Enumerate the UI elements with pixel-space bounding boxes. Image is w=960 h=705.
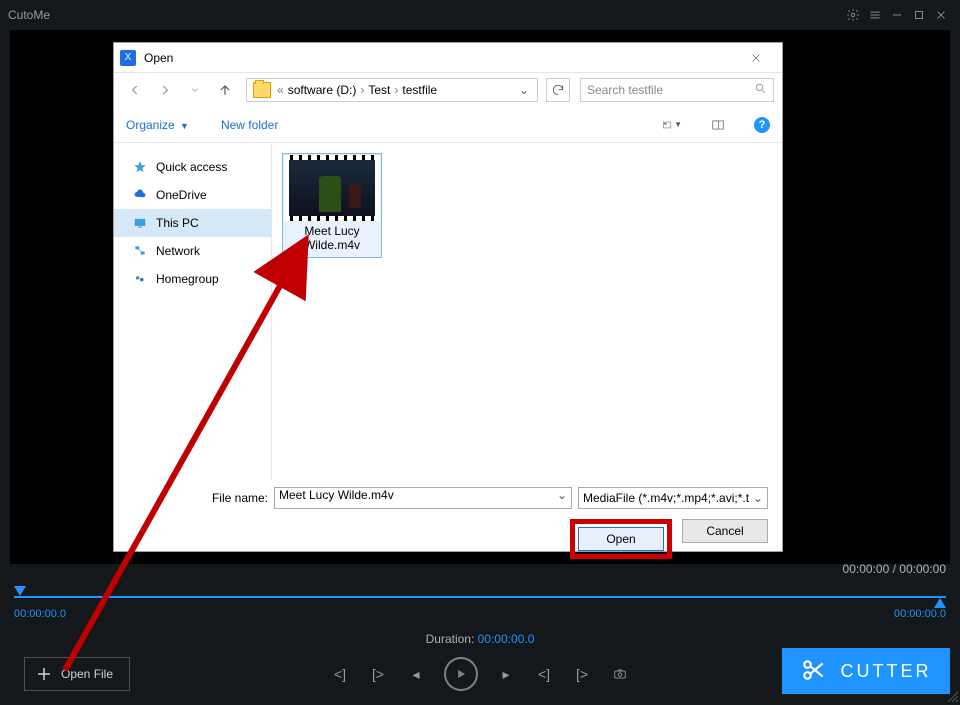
bracket-right-icon[interactable]: [>	[572, 664, 592, 684]
refresh-button[interactable]	[546, 78, 570, 102]
dialog-toolbar: Organize ▼ New folder ▼ ?	[114, 107, 782, 143]
help-icon[interactable]: ?	[754, 117, 770, 133]
timeline-track[interactable]	[14, 596, 946, 598]
dialog-nav-row: « software (D:) › Test › testfile ⌄ Sear…	[114, 73, 782, 107]
preview-pane-icon[interactable]	[708, 115, 728, 135]
folder-icon	[253, 82, 271, 98]
view-options-icon[interactable]: ▼	[662, 115, 682, 135]
app-title: CutoMe	[8, 8, 50, 22]
app-titlebar: CutoMe	[0, 0, 960, 30]
new-folder-button[interactable]: New folder	[221, 118, 278, 132]
navigation-pane: Quick access OneDrive This PC Network Ho…	[114, 143, 272, 481]
plus-icon	[35, 665, 53, 683]
nav-recent-dropdown[interactable]	[182, 77, 208, 103]
filename-label: File name:	[212, 491, 268, 505]
prev-frame-icon[interactable]: ◂	[406, 664, 426, 684]
scissors-icon	[801, 657, 827, 686]
resize-grip-icon[interactable]	[946, 690, 958, 702]
annotation-highlight-open: Open	[570, 519, 672, 559]
dialog-title: Open	[144, 51, 173, 65]
file-item[interactable]: Meet Lucy Wilde.m4v	[282, 153, 382, 258]
dialog-titlebar: X Open	[114, 43, 782, 73]
nav-network[interactable]: Network	[114, 237, 271, 265]
bracket-left-icon[interactable]: <]	[534, 664, 554, 684]
nav-homegroup[interactable]: Homegroup	[114, 265, 271, 293]
maximize-icon[interactable]	[908, 4, 930, 26]
breadcrumb-seg-1[interactable]: software (D:)	[286, 83, 359, 97]
cloud-icon	[132, 187, 148, 203]
monitor-icon	[132, 215, 148, 231]
breadcrumb-seg-2[interactable]: Test	[366, 83, 392, 97]
playback-controls: <] [> ◂ ▸ <] [>	[330, 657, 630, 691]
open-file-label: Open File	[61, 667, 113, 681]
star-icon	[132, 159, 148, 175]
nav-this-pc[interactable]: This PC	[114, 209, 271, 237]
nav-up-button[interactable]	[212, 77, 238, 103]
search-input[interactable]: Search testfile	[580, 78, 774, 102]
breadcrumb-chevron-first[interactable]: «	[275, 83, 286, 97]
nav-back-button[interactable]	[122, 77, 148, 103]
dialog-footer: File name: Meet Lucy Wilde.m4v⌄ MediaFil…	[114, 481, 782, 573]
minimize-icon[interactable]	[886, 4, 908, 26]
nav-quick-access[interactable]: Quick access	[114, 153, 271, 181]
timeline-start-handle[interactable]	[14, 586, 26, 596]
cutter-button[interactable]: CUTTER	[782, 648, 950, 694]
filename-input[interactable]: Meet Lucy Wilde.m4v⌄	[274, 487, 572, 509]
breadcrumb-chevron: ›	[392, 83, 400, 97]
breadcrumb-chevron: ›	[358, 83, 366, 97]
breadcrumb-seg-3[interactable]: testfile	[400, 83, 439, 97]
nav-onedrive[interactable]: OneDrive	[114, 181, 271, 209]
homegroup-icon	[132, 271, 148, 287]
snapshot-icon[interactable]	[610, 664, 630, 684]
file-list-pane[interactable]: Meet Lucy Wilde.m4v	[272, 143, 782, 481]
mark-out-icon[interactable]: [>	[368, 664, 388, 684]
cancel-button[interactable]: Cancel	[682, 519, 768, 543]
timeline[interactable]: 00:00:00.0 00:00:00.0	[14, 596, 946, 598]
total-time: 00:00:00	[899, 562, 946, 576]
open-file-button[interactable]: Open File	[24, 657, 130, 691]
search-placeholder: Search testfile	[587, 83, 663, 97]
search-icon	[754, 82, 767, 98]
address-bar[interactable]: « software (D:) › Test › testfile ⌄	[246, 78, 538, 102]
organize-menu[interactable]: Organize ▼	[126, 118, 189, 132]
video-thumbnail	[284, 155, 380, 221]
timeline-end-handle[interactable]	[934, 598, 946, 608]
timeline-end-label: 00:00:00.0	[894, 608, 946, 620]
file-name-label: Meet Lucy Wilde.m4v	[284, 221, 380, 256]
cutter-label: CUTTER	[841, 661, 932, 682]
play-button[interactable]	[444, 657, 478, 691]
dialog-close-button[interactable]	[736, 44, 776, 72]
nav-forward-button[interactable]	[152, 77, 178, 103]
dialog-body: Quick access OneDrive This PC Network Ho…	[114, 143, 782, 481]
open-button[interactable]: Open	[578, 527, 664, 551]
media-time-display: 00:00:00 / 00:00:00	[843, 562, 946, 576]
menu-icon[interactable]	[864, 4, 886, 26]
timeline-start-label: 00:00:00.0	[14, 608, 66, 620]
file-open-dialog: X Open « software (D:) › Test › testfile…	[113, 42, 783, 552]
next-frame-icon[interactable]: ▸	[496, 664, 516, 684]
current-time: 00:00:00	[843, 562, 890, 576]
network-icon	[132, 243, 148, 259]
address-dropdown-icon[interactable]: ⌄	[513, 83, 535, 97]
close-icon[interactable]	[930, 4, 952, 26]
mark-in-icon[interactable]: <]	[330, 664, 350, 684]
settings-icon[interactable]	[842, 4, 864, 26]
filetype-filter-dropdown[interactable]: MediaFile (*.m4v;*.mp4;*.avi;*.t⌄	[578, 487, 768, 509]
dialog-app-icon: X	[120, 50, 136, 66]
